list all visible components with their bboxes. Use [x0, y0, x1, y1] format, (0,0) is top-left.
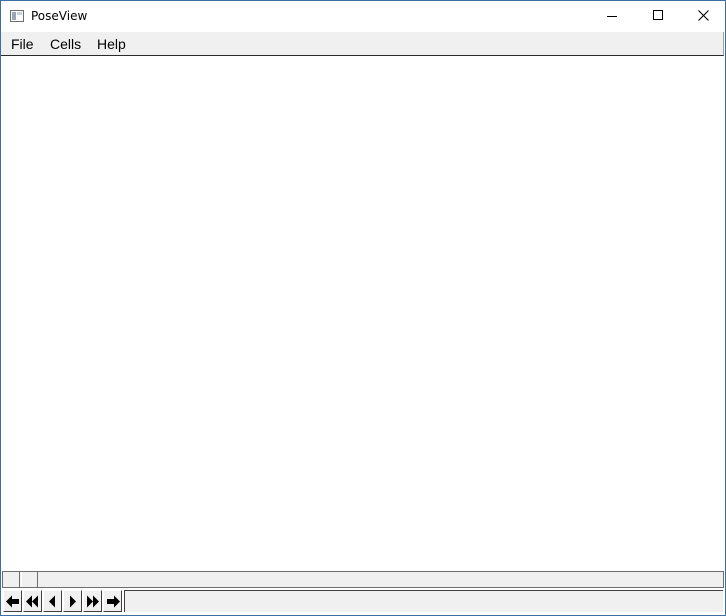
title-bar[interactable]: PoseView: [1, 1, 725, 32]
navigation-toolbar: [1, 589, 725, 615]
arrow-right-icon: [107, 595, 120, 608]
menu-bar: File Cells Help: [1, 32, 724, 56]
step-forward-button[interactable]: [63, 590, 82, 612]
fast-forward-button[interactable]: [83, 590, 102, 612]
first-button[interactable]: [3, 590, 22, 612]
frame-field[interactable]: [124, 590, 723, 612]
last-button[interactable]: [103, 590, 122, 612]
app-window: PoseView File Cells Help: [0, 0, 726, 616]
rewind-button[interactable]: [23, 590, 42, 612]
minimize-button[interactable]: [589, 1, 635, 32]
menu-file[interactable]: File: [11, 36, 34, 52]
horizontal-scrollbar[interactable]: [2, 571, 724, 588]
step-back-icon: [49, 595, 55, 608]
close-button[interactable]: [680, 1, 726, 32]
menu-cells[interactable]: Cells: [50, 36, 81, 52]
pose-canvas[interactable]: [1, 56, 725, 571]
maximize-button[interactable]: [635, 1, 681, 32]
menu-help[interactable]: Help: [97, 36, 126, 52]
step-back-button[interactable]: [43, 590, 62, 612]
close-icon: [698, 10, 709, 21]
scroll-left-button[interactable]: [4, 572, 20, 587]
scroll-right-button[interactable]: [22, 572, 38, 587]
window-title: PoseView: [31, 9, 88, 23]
rewind-icon: [26, 595, 38, 608]
arrow-left-icon: [6, 595, 19, 608]
step-forward-icon: [70, 595, 76, 608]
app-icon: [10, 10, 24, 22]
fast-forward-icon: [87, 595, 99, 608]
